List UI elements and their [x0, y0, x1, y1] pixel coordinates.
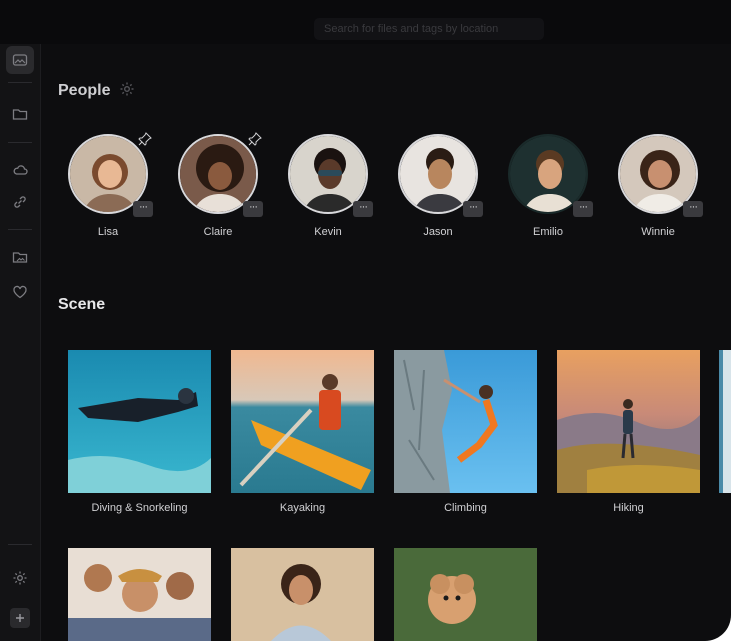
person-name: Kevin — [314, 226, 342, 238]
folder-icon — [12, 109, 28, 120]
main-content: People ··· Lisa ··· Claire ··· Kevin ···… — [41, 44, 731, 641]
scene-heading: Scene — [58, 296, 106, 313]
search-input[interactable]: Search for files and tags by location — [314, 18, 544, 40]
sidebar-item-photos[interactable] — [6, 46, 34, 74]
person-card[interactable]: ··· Lisa — [65, 132, 155, 244]
person-card[interactable]: ··· Emilio — [505, 134, 595, 244]
person-card[interactable]: ··· Jason — [395, 134, 485, 244]
person-name: Claire — [203, 226, 233, 238]
sidebar-item-folder[interactable] — [6, 100, 34, 128]
photo-tile[interactable] — [394, 548, 537, 641]
person-name: Emilio — [533, 226, 563, 238]
sidebar-item-favorites[interactable] — [6, 278, 34, 306]
pin-icon[interactable] — [248, 132, 262, 146]
scene-tile-diving[interactable] — [68, 350, 211, 493]
sidebar-item-cloud[interactable] — [6, 156, 34, 184]
scene-label: Kayaking — [279, 502, 326, 514]
more-options-button[interactable]: ··· — [463, 201, 483, 217]
pin-icon[interactable] — [138, 132, 152, 146]
heart-icon — [13, 285, 27, 299]
person-card[interactable]: ··· Kevin — [285, 134, 375, 244]
photo-tile[interactable] — [231, 548, 374, 641]
sidebar-divider — [8, 229, 32, 230]
cloud-icon — [13, 165, 28, 175]
scene-label: Hiking — [613, 502, 644, 514]
person-card[interactable]: ··· Claire — [175, 132, 265, 244]
people-settings-icon[interactable] — [119, 81, 135, 97]
person-card[interactable]: ··· Winnie — [615, 134, 705, 244]
people-heading: People — [58, 82, 111, 99]
more-options-button[interactable]: ··· — [573, 201, 593, 217]
plus-icon — [16, 614, 24, 622]
scene-tile-partial[interactable] — [719, 350, 731, 493]
person-name: Lisa — [97, 226, 119, 238]
folder-image-icon — [12, 252, 28, 263]
sidebar-item-settings[interactable] — [6, 564, 34, 592]
scene-label: Climbing — [444, 502, 487, 514]
more-options-button[interactable]: ··· — [353, 201, 373, 217]
link-icon — [14, 196, 26, 208]
gear-icon — [13, 571, 27, 585]
sidebar-divider — [8, 142, 32, 143]
scene-tile-kayaking[interactable] — [231, 350, 374, 493]
sidebar-item-link[interactable] — [6, 188, 34, 216]
sidebar-item-add[interactable] — [10, 608, 30, 628]
title-bar: Search for files and tags by location — [0, 0, 731, 44]
person-name: Winnie — [641, 226, 675, 238]
sidebar-item-folder-image[interactable] — [6, 243, 34, 271]
sidebar-divider — [8, 82, 32, 83]
sidebar-divider — [8, 544, 32, 545]
sidebar — [0, 44, 41, 641]
app-window: Search for files and tags by location Pe… — [0, 0, 731, 641]
photos-icon — [12, 54, 28, 66]
scene-tile-climbing[interactable] — [394, 350, 537, 493]
person-name: Jason — [423, 226, 453, 238]
more-options-button[interactable]: ··· — [133, 201, 153, 217]
scene-label: Diving & Snorkeling — [91, 502, 188, 514]
more-options-button[interactable]: ··· — [683, 201, 703, 217]
scene-tile-hiking[interactable] — [557, 350, 700, 493]
photo-tile[interactable] — [68, 548, 211, 641]
more-options-button[interactable]: ··· — [243, 201, 263, 217]
